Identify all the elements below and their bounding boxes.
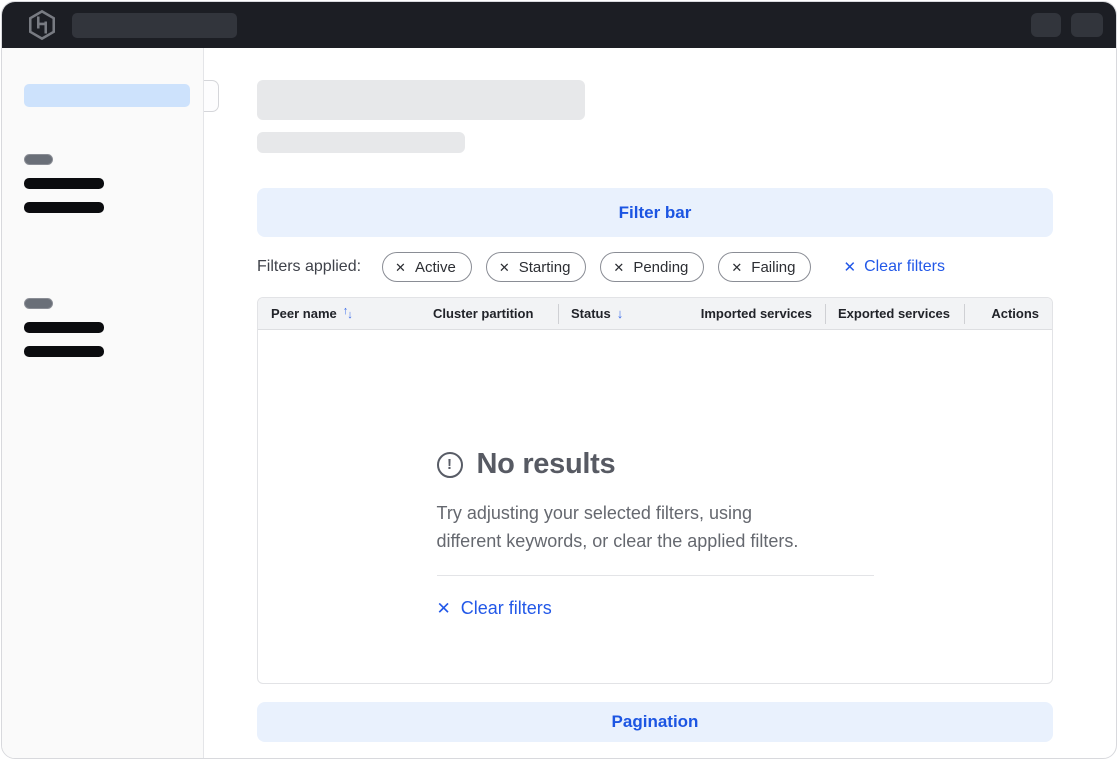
column-header-imported-services: Imported services bbox=[692, 298, 825, 329]
user-menu-button[interactable] bbox=[1071, 13, 1103, 37]
table-header-row: Peer name ↑↓ Cluster partition Status ↓ Impor… bbox=[258, 298, 1052, 330]
page-subtitle-skeleton bbox=[257, 132, 465, 153]
empty-state-clear-filters-link[interactable]: ✕ Clear filters bbox=[437, 598, 552, 619]
app-window: Filter bar Filters applied: ✕ Active ✕ Star… bbox=[1, 1, 1117, 759]
sidebar-nav-item[interactable] bbox=[24, 178, 104, 189]
remove-filter-icon[interactable]: ✕ bbox=[499, 261, 510, 274]
filter-pill-starting[interactable]: ✕ Starting bbox=[486, 252, 587, 282]
empty-state-title: No results bbox=[477, 448, 616, 481]
hashicorp-logo-icon bbox=[26, 9, 58, 41]
filters-applied-row: Filters applied: ✕ Active ✕ Starting ✕ Pendin… bbox=[257, 252, 1053, 282]
column-header-exported-services: Exported services bbox=[825, 298, 964, 329]
sidebar-collapse-toggle[interactable] bbox=[204, 80, 219, 112]
empty-state-description: Try adjusting your selected filters, usi… bbox=[437, 499, 874, 555]
peers-table: Peer name ↑↓ Cluster partition Status ↓ Impor… bbox=[257, 297, 1053, 684]
top-nav-bar bbox=[2, 2, 1116, 48]
table-body: ! No results Try adjusting your selected… bbox=[258, 330, 1052, 684]
column-header-label: Actions bbox=[991, 306, 1039, 321]
clear-filters-link[interactable]: ✕ Clear filters bbox=[843, 258, 944, 276]
column-header-label: Peer name bbox=[271, 306, 337, 321]
column-header-actions: Actions bbox=[964, 298, 1052, 329]
sort-descending-icon: ↓ bbox=[617, 307, 624, 320]
remove-filter-icon[interactable]: ✕ bbox=[731, 261, 742, 274]
close-icon: ✕ bbox=[843, 260, 856, 275]
sidebar-nav-item[interactable] bbox=[24, 322, 104, 333]
sidebar bbox=[2, 48, 204, 758]
filter-pill-label: Pending bbox=[633, 260, 688, 275]
sidebar-item-selected[interactable] bbox=[24, 84, 190, 107]
pagination-annotation: Pagination bbox=[257, 702, 1053, 742]
sidebar-section-label bbox=[24, 298, 53, 309]
column-header-label: Status bbox=[571, 306, 611, 321]
remove-filter-icon[interactable]: ✕ bbox=[395, 261, 406, 274]
filter-pill-pending[interactable]: ✕ Pending bbox=[600, 252, 704, 282]
filter-bar-annotation: Filter bar bbox=[257, 188, 1053, 237]
filter-pill-label: Active bbox=[415, 260, 456, 275]
page-title-skeleton bbox=[257, 80, 585, 120]
remove-filter-icon[interactable]: ✕ bbox=[613, 261, 624, 274]
column-header-cluster-partition: Cluster partition bbox=[420, 298, 558, 329]
search-input[interactable] bbox=[72, 13, 237, 38]
column-header-label: Cluster partition bbox=[433, 306, 533, 321]
filter-pill-active[interactable]: ✕ Active bbox=[382, 252, 472, 282]
clear-filters-label: Clear filters bbox=[461, 598, 552, 619]
sidebar-section-label bbox=[24, 154, 53, 165]
help-button[interactable] bbox=[1031, 13, 1061, 37]
sidebar-nav-item[interactable] bbox=[24, 346, 104, 357]
column-header-label: Imported services bbox=[701, 306, 812, 321]
column-header-status[interactable]: Status ↓ bbox=[558, 298, 692, 329]
filter-pill-label: Starting bbox=[519, 260, 571, 275]
filter-pill-label: Failing bbox=[751, 260, 795, 275]
main-content: Filter bar Filters applied: ✕ Active ✕ Star… bbox=[204, 48, 1117, 758]
empty-state-divider bbox=[437, 575, 874, 576]
column-header-label: Exported services bbox=[838, 306, 950, 321]
sidebar-nav-item[interactable] bbox=[24, 202, 104, 213]
clear-filters-label: Clear filters bbox=[864, 258, 945, 276]
sort-icon: ↑↓ bbox=[343, 308, 353, 319]
column-header-peer-name[interactable]: Peer name ↑↓ bbox=[258, 298, 420, 329]
filter-pills: ✕ Active ✕ Starting ✕ Pending ✕ Failing bbox=[382, 252, 811, 282]
close-icon: ✕ bbox=[437, 600, 451, 617]
filter-pill-failing[interactable]: ✕ Failing bbox=[718, 252, 811, 282]
filters-applied-label: Filters applied: bbox=[257, 258, 361, 276]
alert-circle-icon: ! bbox=[437, 452, 463, 478]
empty-state: ! No results Try adjusting your selected… bbox=[437, 448, 874, 619]
